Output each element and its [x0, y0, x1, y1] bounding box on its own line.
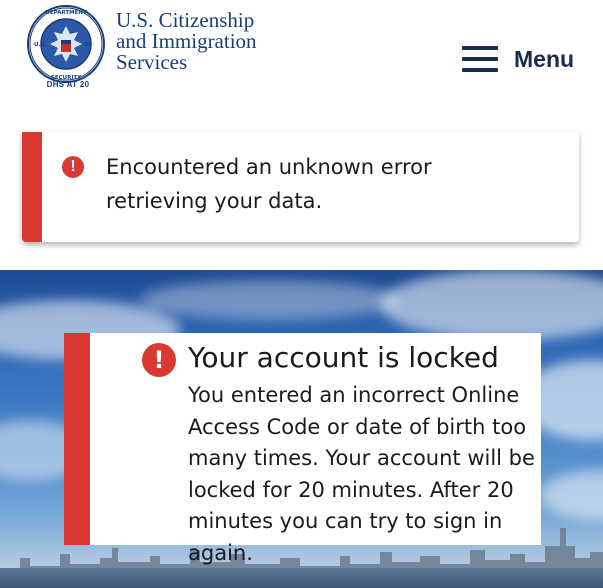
- seal-caption: DHS AT 20: [46, 80, 90, 89]
- exclamation-circle-icon: !: [142, 343, 176, 377]
- agency-name-line: U.S. Citizenship: [116, 8, 255, 32]
- locked-alert-title: Your account is locked: [188, 341, 499, 374]
- agency-name[interactable]: U.S. Citizenship and Immigration Service…: [116, 10, 257, 73]
- dhs-seal-icon: DEPARTMENT SECURITY U.S. OF: [27, 5, 105, 83]
- svg-text:DEPARTMENT: DEPARTMENT: [45, 10, 87, 16]
- exclamation-circle-icon: !: [62, 156, 84, 178]
- error-message: Encountered an unknown error retrieving …: [106, 155, 432, 213]
- svg-text:U.S.: U.S.: [34, 42, 47, 48]
- agency-name-line: and Immigration: [116, 29, 257, 53]
- error-zone: ! Encountered an unknown error retrievin…: [0, 130, 603, 270]
- svg-text:OF: OF: [84, 42, 92, 48]
- water: [0, 568, 603, 588]
- menu-label: Menu: [514, 45, 575, 72]
- agency-name-line: Services: [116, 50, 188, 74]
- hamburger-icon: [462, 46, 498, 72]
- menu-button[interactable]: Menu: [462, 42, 574, 76]
- hero-background: ! Your account is locked You entered an …: [0, 270, 603, 588]
- locked-alert-body: You entered an incorrect Online Access C…: [188, 383, 535, 565]
- site-header: DEPARTMENT SECURITY U.S. OF DHS AT 20 U.…: [0, 0, 603, 130]
- account-locked-alert: ! Your account is locked You entered an …: [64, 333, 541, 565]
